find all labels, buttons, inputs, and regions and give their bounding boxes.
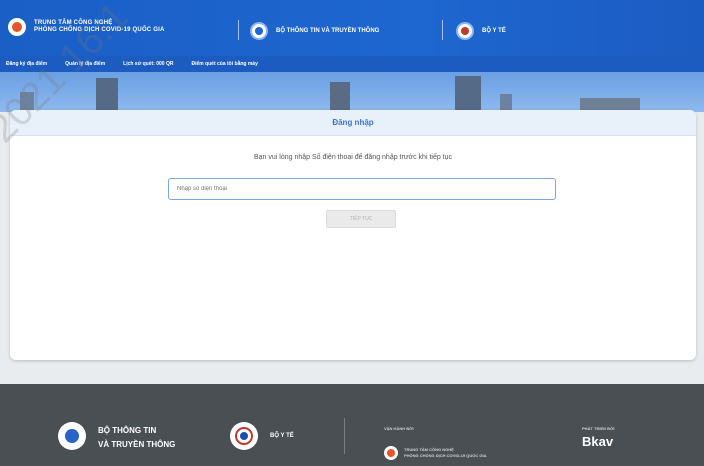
ministry-health-logo[interactable]: BỘ Y TẾ bbox=[456, 22, 506, 40]
footer-ministry-info-line1: BỘ THÔNG TIN bbox=[98, 426, 157, 435]
ministry-health-emblem-icon bbox=[456, 22, 474, 40]
top-nav: Đăng ký địa điểm Quản lý địa điểm Lịch s… bbox=[0, 56, 704, 72]
footer-ministry-health-label: BỘ Y TẾ bbox=[270, 433, 294, 439]
ministry-info-label: BỘ THÔNG TIN VÀ TRUYỀN THÔNG bbox=[276, 28, 380, 34]
site-footer bbox=[0, 384, 704, 466]
login-card-header: Đăng nhập bbox=[10, 110, 696, 136]
header-divider bbox=[442, 20, 443, 40]
developed-by-label: PHÁT TRIỂN BỞI bbox=[582, 426, 615, 431]
header-divider bbox=[238, 20, 239, 40]
footer-org-line1: TRUNG TÂM CÔNG NGHỆ bbox=[404, 447, 454, 452]
login-instruction: Bạn vui lòng nhập Số điện thoại để đăng … bbox=[253, 154, 453, 161]
covid-center-logo-icon bbox=[8, 18, 26, 36]
footer-ministry-health-emblem-icon bbox=[230, 422, 258, 450]
nav-item-scan-history[interactable]: Lịch sử quét: 000 QR bbox=[123, 61, 173, 67]
ministry-info-emblem-icon bbox=[250, 22, 268, 40]
skyline-banner bbox=[0, 72, 704, 112]
login-title: Đăng nhập bbox=[332, 118, 374, 127]
bkav-logo: Bkav bbox=[582, 434, 614, 449]
footer-divider bbox=[344, 418, 345, 454]
nav-item-my-scan-points[interactable]: Điểm quét của tôi bằng máy bbox=[191, 61, 257, 67]
footer-covid-center-logo-icon bbox=[384, 446, 398, 460]
ministry-info-logo[interactable]: BỘ THÔNG TIN VÀ TRUYỀN THÔNG bbox=[250, 22, 379, 40]
footer-ministry-info-line2: VÀ TRUYỀN THÔNG bbox=[98, 440, 176, 449]
phone-number-input[interactable] bbox=[168, 178, 556, 200]
login-card: Đăng nhập Bạn vui lòng nhập Số điện thoạ… bbox=[10, 110, 696, 360]
ministry-health-label: BỘ Y TẾ bbox=[482, 28, 506, 34]
footer-ministry-info-emblem-icon bbox=[58, 422, 86, 450]
footer-org-line2: PHÒNG CHỐNG DỊCH COVID-19 QUỐC GIA bbox=[404, 453, 487, 458]
operated-by-label: VẬN HÀNH BỞI bbox=[384, 426, 414, 431]
continue-button[interactable]: TIẾP TỤC bbox=[326, 210, 396, 228]
